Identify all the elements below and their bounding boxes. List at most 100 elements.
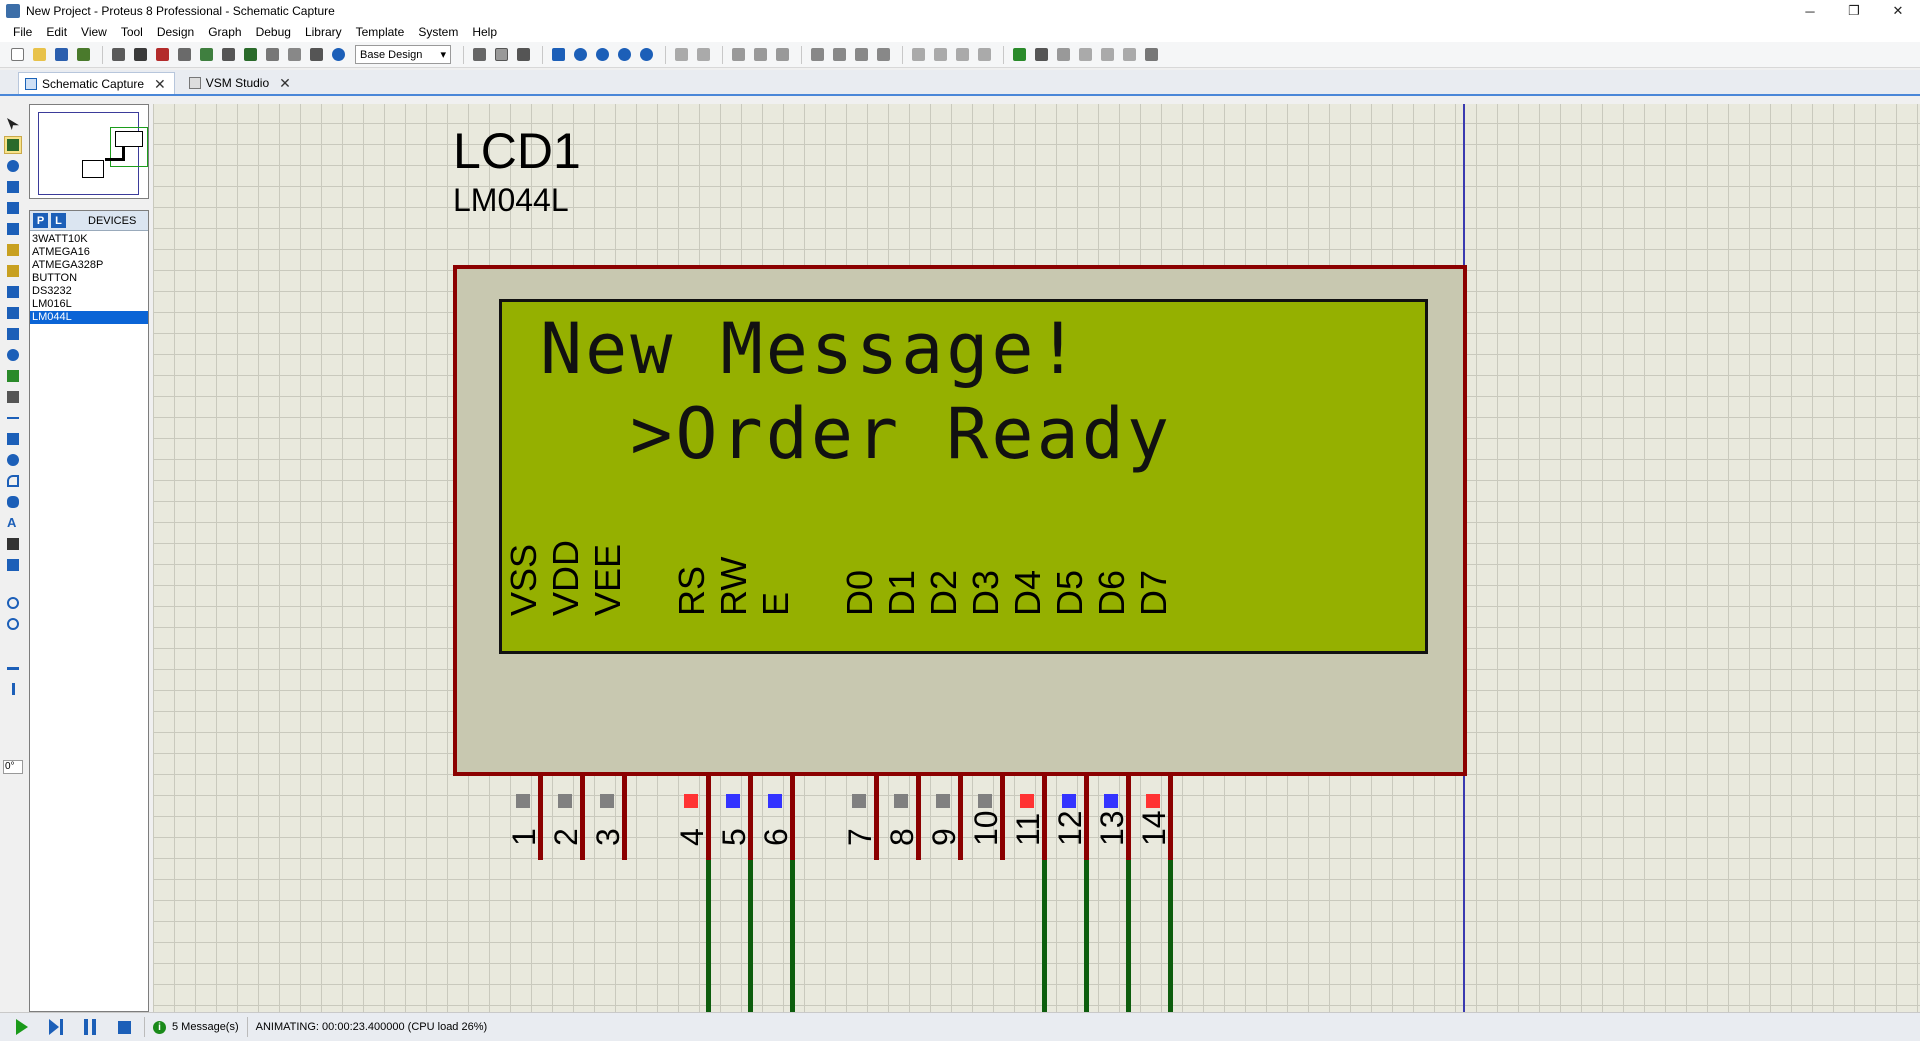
virtual-instruments-icon[interactable] <box>4 388 22 406</box>
zoom-out-icon[interactable] <box>593 45 612 64</box>
pick-from-library-button[interactable]: P <box>33 213 48 228</box>
cut-icon[interactable] <box>729 45 748 64</box>
tape-recorder-icon[interactable] <box>4 325 22 343</box>
menu-edit[interactable]: Edit <box>39 25 74 39</box>
new-sheet-icon[interactable] <box>1076 45 1095 64</box>
packaging-tool-icon[interactable] <box>953 45 972 64</box>
project-notes-icon[interactable] <box>285 45 304 64</box>
device-item-3watt10k[interactable]: 3WATT10K <box>30 233 148 246</box>
menu-library[interactable]: Library <box>298 25 349 39</box>
device-item-lm044l[interactable]: LM044L <box>30 311 148 324</box>
library-manager-button[interactable]: L <box>51 213 66 228</box>
rotate-clockwise-icon[interactable] <box>4 594 22 612</box>
device-item-lm016l[interactable]: LM016L <box>30 298 148 311</box>
buses-icon[interactable] <box>4 220 22 238</box>
refresh-icon[interactable] <box>470 45 489 64</box>
lcd-component[interactable]: New Message! >Order Ready <box>453 265 1467 776</box>
component-value[interactable]: LM044L <box>453 182 569 219</box>
3d-viewer-icon[interactable] <box>175 45 194 64</box>
grid-icon[interactable] <box>492 45 511 64</box>
wire-autorouter-icon[interactable] <box>1010 45 1029 64</box>
close-window-button[interactable]: ✕ <box>1876 0 1920 22</box>
message-count[interactable]: 5 Message(s) <box>172 1021 239 1033</box>
voltage-probe-icon[interactable] <box>4 367 22 385</box>
flip-horizontal-icon[interactable] <box>4 659 22 677</box>
component-mode-icon[interactable] <box>4 136 22 154</box>
rotation-angle-field[interactable]: 0° <box>3 760 23 774</box>
menu-graph[interactable]: Graph <box>201 25 248 39</box>
terminals-icon[interactable] <box>4 262 22 280</box>
symbol-icon[interactable] <box>4 535 22 553</box>
open-folder-icon[interactable] <box>30 45 49 64</box>
menu-file[interactable]: File <box>6 25 39 39</box>
block-move-icon[interactable] <box>830 45 849 64</box>
zoom-all-icon[interactable] <box>615 45 634 64</box>
overview-window[interactable] <box>29 104 149 199</box>
menu-system[interactable]: System <box>411 25 465 39</box>
menu-debug[interactable]: Debug <box>249 25 298 39</box>
electrical-rule-check-icon[interactable] <box>1142 45 1161 64</box>
component-reference[interactable]: LCD1 <box>453 122 581 180</box>
flip-vertical-icon[interactable] <box>4 680 22 698</box>
make-device-icon[interactable] <box>931 45 950 64</box>
remove-sheet-icon[interactable] <box>1098 45 1117 64</box>
source-code-icon[interactable] <box>263 45 282 64</box>
menu-template[interactable]: Template <box>349 25 412 39</box>
search-icon[interactable] <box>1032 45 1051 64</box>
zoom-area-icon[interactable] <box>637 45 656 64</box>
selection-mode-icon[interactable] <box>4 115 22 133</box>
save-icon[interactable] <box>52 45 71 64</box>
gerber-icon[interactable] <box>197 45 216 64</box>
bill-of-materials-icon[interactable] <box>241 45 260 64</box>
tab-vsm-studio[interactable]: VSM Studio ✕ <box>183 72 299 94</box>
copy-icon[interactable] <box>751 45 770 64</box>
undo-icon[interactable] <box>672 45 691 64</box>
home-icon[interactable] <box>109 45 128 64</box>
line-icon[interactable] <box>4 409 22 427</box>
device-pins-icon[interactable] <box>4 283 22 301</box>
pause-simulation-button[interactable] <box>78 1015 102 1039</box>
zoom-in-icon[interactable] <box>571 45 590 64</box>
menu-view[interactable]: View <box>74 25 114 39</box>
circle-icon[interactable] <box>4 451 22 469</box>
new-file-icon[interactable] <box>8 45 27 64</box>
decompose-icon[interactable] <box>975 45 994 64</box>
schematic-icon[interactable] <box>131 45 150 64</box>
design-explorer-icon[interactable] <box>219 45 238 64</box>
path-icon[interactable] <box>4 493 22 511</box>
graph-mode-icon[interactable] <box>4 304 22 322</box>
stop-simulation-button[interactable] <box>112 1015 136 1039</box>
device-item-atmega16[interactable]: ATMEGA16 <box>30 246 148 259</box>
text-script-icon[interactable] <box>4 199 22 217</box>
schematic-canvas[interactable]: LCD1 LM044L New Message! >Order Ready VS… <box>153 104 1920 1012</box>
device-item-button[interactable]: BUTTON <box>30 272 148 285</box>
library-manager-icon[interactable] <box>307 45 326 64</box>
exit-to-parent-icon[interactable] <box>1120 45 1139 64</box>
property-tool-icon[interactable] <box>1054 45 1073 64</box>
wire-rs[interactable] <box>706 860 711 1012</box>
menu-help[interactable]: Help <box>465 25 504 39</box>
wire-label-icon[interactable] <box>4 178 22 196</box>
subcircuit-icon[interactable] <box>4 241 22 259</box>
minimize-button[interactable]: ─ <box>1788 0 1832 22</box>
close-icon[interactable]: ✕ <box>279 76 291 90</box>
menu-tool[interactable]: Tool <box>114 25 150 39</box>
run-simulation-button[interactable] <box>10 1015 34 1039</box>
wire-d4[interactable] <box>1042 860 1047 1012</box>
paste-icon[interactable] <box>773 45 792 64</box>
block-copy-icon[interactable] <box>808 45 827 64</box>
device-item-atmega328p[interactable]: ATMEGA328P <box>30 259 148 272</box>
redo-icon[interactable] <box>694 45 713 64</box>
save-all-icon[interactable] <box>74 45 93 64</box>
menu-design[interactable]: Design <box>150 25 201 39</box>
close-icon[interactable]: ✕ <box>154 77 166 91</box>
box-icon[interactable] <box>4 430 22 448</box>
rotate-anticlockwise-icon[interactable] <box>4 615 22 633</box>
pick-device-icon[interactable] <box>909 45 928 64</box>
device-item-ds3232[interactable]: DS3232 <box>30 285 148 298</box>
pcb-layout-icon[interactable] <box>153 45 172 64</box>
text-icon[interactable]: A <box>4 514 22 532</box>
block-rotate-icon[interactable] <box>852 45 871 64</box>
generator-icon[interactable] <box>4 346 22 364</box>
design-variant-select[interactable]: Base Design ▾ <box>355 45 451 64</box>
